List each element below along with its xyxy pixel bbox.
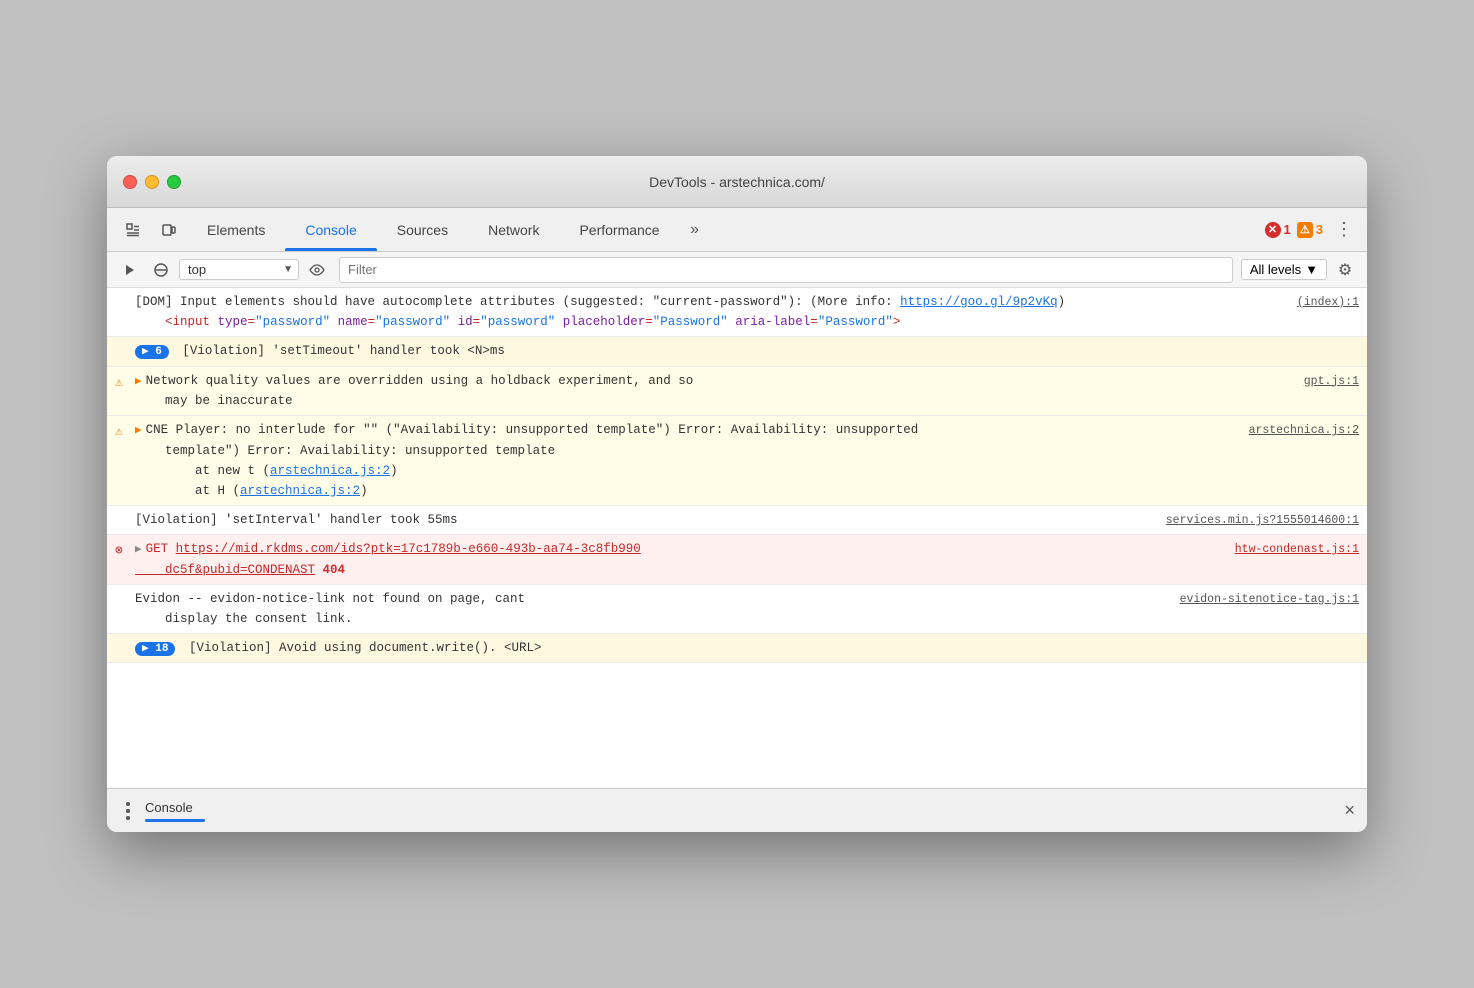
log-content-network-quality: ▶Network quality values are overridden u… <box>135 371 1296 412</box>
bottom-tab-underline <box>145 819 205 822</box>
levels-arrow-icon: ▼ <box>1305 262 1318 277</box>
context-select[interactable]: top <box>179 259 299 280</box>
warn-triangle-cne-icon: ⚠ <box>115 422 123 443</box>
log-content-evidon: Evidon -- evidon-notice-link not found o… <box>135 589 1172 629</box>
log-source-network-quality[interactable]: gpt.js:1 <box>1304 373 1359 391</box>
log-source-cne-player[interactable]: arstechnica.js:2 <box>1249 422 1359 440</box>
clear-console-button[interactable] <box>147 256 175 284</box>
log-source-get-error[interactable]: htw-condenast.js:1 <box>1235 541 1359 559</box>
status-404: 404 <box>323 563 346 577</box>
console-content: [DOM] Input elements should have autocom… <box>107 288 1367 788</box>
cne-link-1[interactable]: arstechnica.js:2 <box>270 464 390 478</box>
log-levels-button[interactable]: All levels ▼ <box>1241 259 1327 280</box>
log-content-cne-player: ▶CNE Player: no interlude for "" ("Avail… <box>135 420 1241 501</box>
error-circle-icon: ⊗ <box>115 541 123 562</box>
log-content-docwrite: ▶ 18 [Violation] Avoid using document.wr… <box>135 638 1359 659</box>
log-entry-settimeout: ▶ 6 [Violation] 'setTimeout' handler too… <box>107 337 1367 367</box>
run-script-button[interactable] <box>115 256 143 284</box>
warn-badge[interactable]: ⚠ 3 <box>1297 222 1323 238</box>
bottom-bar: Console × <box>107 788 1367 832</box>
tab-network[interactable]: Network <box>468 208 559 251</box>
log-content-dom-input: [DOM] Input elements should have autocom… <box>135 292 1289 332</box>
titlebar: DevTools - arstechnica.com/ <box>107 156 1367 208</box>
device-icon[interactable] <box>151 208 187 251</box>
devtools-window: DevTools - arstechnica.com/ Elements Con… <box>107 156 1367 832</box>
context-selector-wrapper: top ▼ <box>179 259 299 280</box>
violation-count-badge: ▶ 6 <box>135 345 169 359</box>
cne-link-2[interactable]: arstechnica.js:2 <box>240 484 360 498</box>
log-source-dom-input[interactable]: (index):1 <box>1297 294 1359 312</box>
warn-icon: ⚠ <box>1297 222 1313 238</box>
more-tabs-button[interactable]: » <box>680 208 710 251</box>
filter-input[interactable] <box>340 262 1232 277</box>
log-content-setinterval: [Violation] 'setInterval' handler took 5… <box>135 510 1158 530</box>
tab-console[interactable]: Console <box>285 208 376 251</box>
tabs-bar: Elements Console Sources Network Perform… <box>107 208 1367 252</box>
console-toolbar: top ▼ All levels ▼ ⚙ <box>107 252 1367 288</box>
log-source-evidon[interactable]: evidon-sitenotice-tag.js:1 <box>1180 591 1359 609</box>
expand-cne-icon[interactable]: ▶ <box>135 425 142 437</box>
inspect-icon[interactable] <box>115 208 151 251</box>
warn-triangle-icon: ⚠ <box>115 373 123 394</box>
log-entry-setinterval: [Violation] 'setInterval' handler took 5… <box>107 506 1367 535</box>
filter-input-wrapper <box>339 257 1233 283</box>
log-entry-docwrite: ▶ 18 [Violation] Avoid using document.wr… <box>107 634 1367 664</box>
traffic-lights <box>123 175 181 189</box>
docwrite-count-badge: ▶ 18 <box>135 642 175 656</box>
minimize-button[interactable] <box>145 175 159 189</box>
bottom-console-label: Console <box>145 799 205 822</box>
error-icon: ✕ <box>1265 222 1281 238</box>
log-entry-evidon: Evidon -- evidon-notice-link not found o… <box>107 585 1367 634</box>
tab-performance[interactable]: Performance <box>559 208 679 251</box>
expand-get-icon[interactable]: ▶ <box>135 544 142 556</box>
bottom-menu-dots[interactable] <box>119 802 137 820</box>
tab-sources[interactable]: Sources <box>377 208 468 251</box>
log-entry-dom-input: [DOM] Input elements should have autocom… <box>107 288 1367 337</box>
live-expressions-button[interactable] <box>303 256 331 284</box>
dom-input-link[interactable]: https://goo.gl/9p2vKq <box>900 295 1058 309</box>
tab-elements[interactable]: Elements <box>187 208 285 251</box>
log-entry-network-quality: ⚠ ▶Network quality values are overridden… <box>107 367 1367 417</box>
get-url-link[interactable]: https://mid.rkdms.com/ids?ptk=17c1789b-e… <box>135 542 641 577</box>
log-entry-cne-player: ⚠ ▶CNE Player: no interlude for "" ("Ava… <box>107 416 1367 506</box>
log-content-settimeout: ▶ 6 [Violation] 'setTimeout' handler too… <box>135 341 1359 362</box>
expand-icon[interactable]: ▶ <box>135 376 142 388</box>
log-content-get-error: ▶GET https://mid.rkdms.com/ids?ptk=17c17… <box>135 539 1227 580</box>
window-title: DevTools - arstechnica.com/ <box>649 174 825 190</box>
maximize-button[interactable] <box>167 175 181 189</box>
tabs-right: ✕ 1 ⚠ 3 ⋮ <box>1265 208 1359 251</box>
log-entry-get-error: ⊗ ▶GET https://mid.rkdms.com/ids?ptk=17c… <box>107 535 1367 585</box>
settings-button[interactable]: ⚙ <box>1331 256 1359 284</box>
log-source-setinterval[interactable]: services.min.js?1555014600:1 <box>1166 512 1359 530</box>
close-button[interactable] <box>123 175 137 189</box>
devtools-menu-button[interactable]: ⋮ <box>1329 219 1359 240</box>
error-badge[interactable]: ✕ 1 <box>1265 222 1291 238</box>
bottom-close-button[interactable]: × <box>1344 800 1355 821</box>
